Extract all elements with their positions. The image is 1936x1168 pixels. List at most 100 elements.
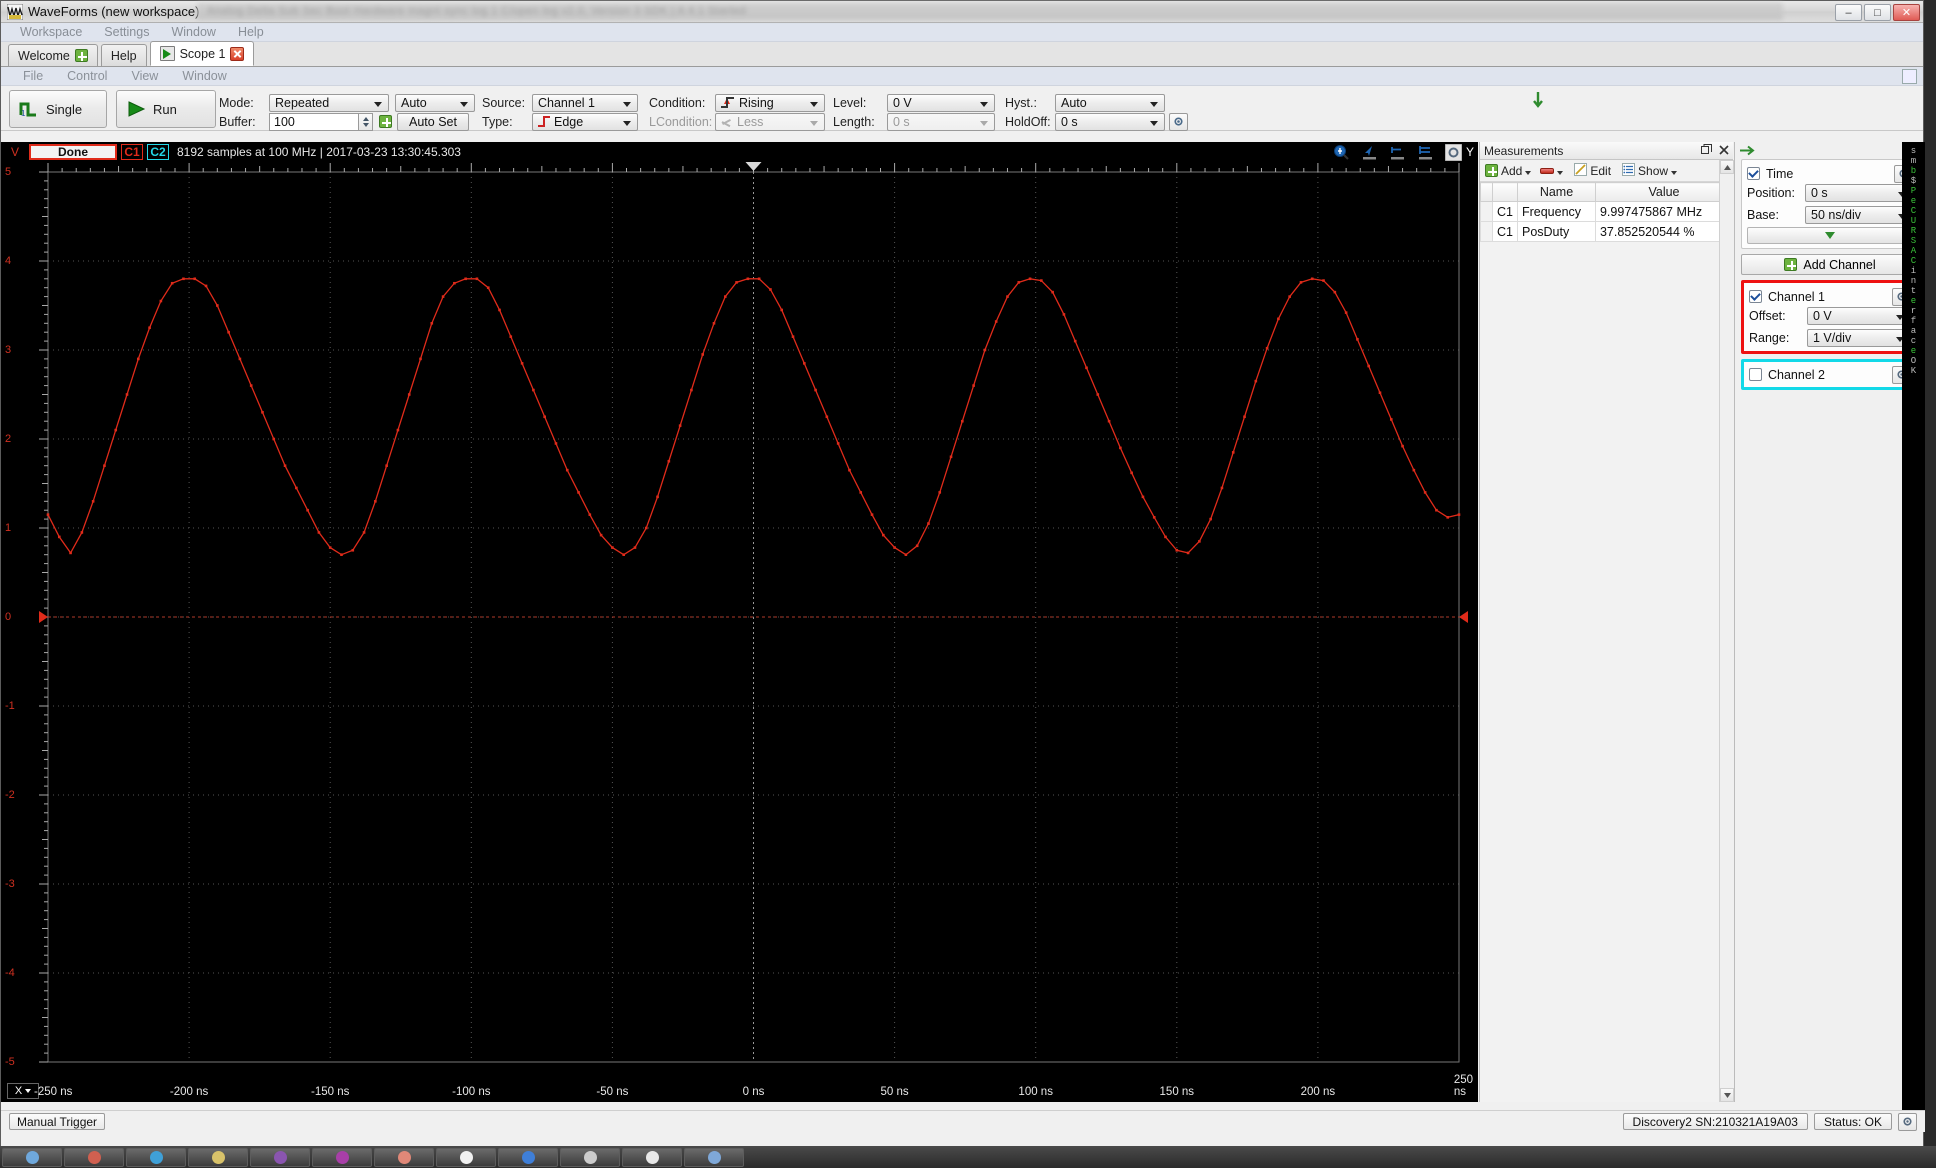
- taskbar-item[interactable]: [188, 1147, 248, 1167]
- scope-settings-gear-icon[interactable]: [1444, 143, 1462, 161]
- taskbar-item[interactable]: [126, 1147, 186, 1167]
- show-measurement-button[interactable]: Show: [1622, 162, 1678, 179]
- close-button[interactable]: ✕: [1893, 4, 1920, 21]
- menu-item-settings[interactable]: Settings: [93, 23, 160, 42]
- scope-menu-window[interactable]: Window: [170, 67, 238, 86]
- taskbar-item[interactable]: [64, 1147, 124, 1167]
- measure-left-icon[interactable]: [1388, 144, 1406, 160]
- channel-2-enable-checkbox[interactable]: [1749, 368, 1762, 381]
- device-settings-gear-icon[interactable]: [1898, 1112, 1917, 1131]
- trigger-mode-select[interactable]: Auto: [395, 93, 475, 112]
- measurements-undock-icon[interactable]: [1701, 143, 1712, 158]
- tab-help[interactable]: Help: [100, 44, 147, 66]
- source-select[interactable]: Channel 1: [532, 93, 638, 112]
- scroll-down-icon[interactable]: [1720, 1088, 1734, 1102]
- taskbar-item[interactable]: [2, 1147, 62, 1167]
- scope-menu-bar: File Control View Window: [1, 67, 1923, 86]
- channel-2-tag[interactable]: C2: [147, 144, 169, 160]
- taskbar-item[interactable]: [622, 1147, 682, 1167]
- cursor-arrow-icon[interactable]: [1360, 144, 1378, 160]
- measurements-table: Name Value C1 Frequency 9.997475867 MHz C1 P…: [1480, 182, 1734, 242]
- holdoff-label: HoldOff:: [1005, 114, 1051, 129]
- taskbar-item[interactable]: [560, 1147, 620, 1167]
- offset-select[interactable]: 0 V: [1807, 306, 1911, 325]
- channel-1-offset-row: Offset: 0 V: [1749, 306, 1911, 325]
- add-measurement-button[interactable]: Add: [1485, 164, 1532, 178]
- oscilloscope-plot[interactable]: 5 4 3 2 1 0 -1 -2 -3 -4 -5 X -250 ns -200 ns -150 ns…: [1, 162, 1478, 1102]
- holdoff-select[interactable]: 0 s: [1055, 112, 1165, 131]
- taskbar-item[interactable]: [436, 1147, 496, 1167]
- scroll-up-icon[interactable]: [1720, 160, 1734, 174]
- table-row[interactable]: C1 PosDuty 37.852520544 %: [1480, 221, 1734, 242]
- panel-restore-icon[interactable]: [1902, 69, 1917, 84]
- scope-menu-control[interactable]: Control: [55, 67, 119, 86]
- range-select[interactable]: 1 V/div: [1807, 328, 1911, 347]
- minimize-button[interactable]: –: [1835, 4, 1862, 21]
- acquisition-state-badge[interactable]: Done: [29, 144, 117, 160]
- single-button[interactable]: 1 Single: [9, 90, 107, 128]
- level-select[interactable]: 0 V: [887, 93, 995, 112]
- type-select[interactable]: Edge: [532, 112, 638, 131]
- buffer-input[interactable]: 100: [269, 112, 359, 131]
- plus-green-icon: [1485, 164, 1498, 177]
- log-strip-glyph: $: [1910, 176, 1917, 186]
- time-enable-checkbox[interactable]: [1747, 167, 1760, 180]
- zoom-icon[interactable]: [1332, 144, 1350, 160]
- status-button[interactable]: Status: OK: [1813, 1113, 1892, 1130]
- source-label: Source:: [482, 95, 526, 110]
- waveform-canvas[interactable]: [1, 162, 1478, 1102]
- base-select[interactable]: 50 ns/div: [1805, 205, 1913, 224]
- measure-both-icon[interactable]: [1416, 144, 1434, 160]
- tab-welcome[interactable]: Welcome: [8, 44, 98, 66]
- menu-item-workspace[interactable]: Workspace: [9, 23, 93, 42]
- channel-2-label: Channel 2: [1768, 367, 1825, 382]
- scope-menu-view[interactable]: View: [119, 67, 170, 86]
- taskbar-item[interactable]: [312, 1147, 372, 1167]
- taskbar-item[interactable]: [374, 1147, 434, 1167]
- measurements-scrollbar[interactable]: [1719, 160, 1734, 1102]
- manual-trigger-button[interactable]: Manual Trigger: [9, 1113, 106, 1130]
- x-tick-label: 100 ns: [1018, 1086, 1053, 1098]
- log-strip-glyph: m: [1910, 156, 1917, 166]
- condition-select[interactable]: Rising: [715, 93, 825, 112]
- auto-set-button[interactable]: Auto Set: [397, 112, 469, 131]
- close-icon[interactable]: [230, 46, 245, 61]
- taskbar-item[interactable]: [684, 1147, 744, 1167]
- hyst-value: Auto: [1061, 95, 1087, 110]
- tab-scope-1[interactable]: Scope 1: [149, 41, 255, 66]
- channel-1-tag[interactable]: C1: [121, 144, 143, 160]
- plus-green-icon[interactable]: [74, 49, 88, 62]
- scope-menu-file[interactable]: File: [11, 67, 55, 86]
- buffer-stepper[interactable]: [359, 112, 373, 131]
- window-controls[interactable]: – □ ✕: [1835, 4, 1920, 21]
- add-channel-button[interactable]: Add Channel: [1741, 254, 1919, 275]
- table-row[interactable]: C1 Frequency 9.997475867 MHz: [1480, 201, 1734, 222]
- hyst-select[interactable]: Auto: [1055, 93, 1165, 112]
- mode-value: Repeated: [275, 95, 330, 110]
- position-select[interactable]: 0 s: [1805, 183, 1913, 202]
- panel-collapse-arrow[interactable]: [1735, 142, 1925, 159]
- add-buffer-icon[interactable]: [379, 115, 392, 128]
- taskbar-item[interactable]: [498, 1147, 558, 1167]
- device-button[interactable]: Discovery2 SN:210321A19A03: [1622, 1113, 1808, 1130]
- edit-measurement-button[interactable]: Edit: [1574, 162, 1611, 179]
- col-channel: [1492, 182, 1518, 202]
- y-axis-toggle[interactable]: Y: [1462, 142, 1478, 162]
- menu-item-help[interactable]: Help: [227, 23, 275, 42]
- maximize-button[interactable]: □: [1864, 4, 1891, 21]
- scope-control-toolbar: 1 Single Run Mode: Repeated Auto Source:: [1, 86, 1923, 131]
- menu-item-window[interactable]: Window: [160, 23, 226, 42]
- run-button[interactable]: Run: [116, 90, 216, 128]
- export-arrow-icon[interactable]: [1531, 90, 1545, 115]
- log-strip-glyph: r: [1910, 306, 1917, 316]
- v-axis-toggle[interactable]: V: [1, 145, 29, 159]
- taskbar-item[interactable]: [250, 1147, 310, 1167]
- channel-1-enable-checkbox[interactable]: [1749, 290, 1762, 303]
- mode-select[interactable]: Repeated: [269, 93, 389, 112]
- time-zoom-bar[interactable]: [1747, 227, 1913, 244]
- length-select[interactable]: 0 s: [887, 112, 995, 131]
- trigger-settings-gear-icon[interactable]: [1169, 112, 1188, 131]
- remove-measurement-button[interactable]: [1540, 166, 1564, 175]
- measurements-close-icon[interactable]: [1719, 144, 1729, 158]
- lcondition-select[interactable]: Less: [715, 112, 825, 131]
